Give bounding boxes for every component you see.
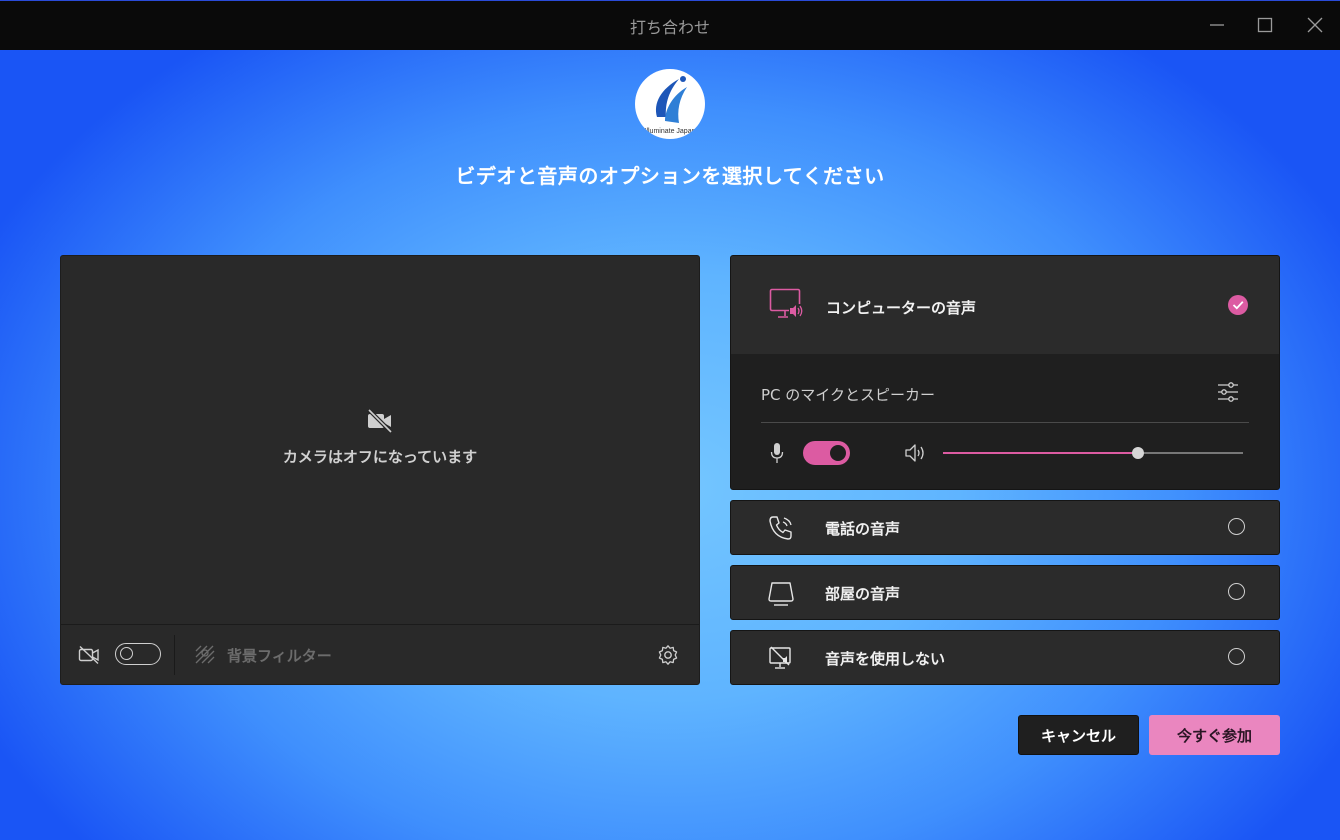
phone-audio-icon [767, 514, 795, 546]
computer-audio-label: コンピューターの音声 [826, 299, 977, 317]
camera-icon [78, 645, 100, 669]
device-label: PC のマイクとスピーカー [761, 386, 935, 404]
no-audio-radio[interactable] [1228, 648, 1245, 665]
speaker-volume-icon [904, 442, 928, 468]
title-bar: 打ち合わせ [0, 0, 1340, 50]
organization-logo: Illuminate Japan [635, 69, 705, 139]
toggle-knob [830, 445, 846, 461]
phone-audio-label: 電話の音声 [825, 520, 901, 538]
no-audio-label: 音声を使用しない [825, 650, 946, 668]
maximize-button[interactable] [1250, 11, 1280, 39]
window-title: 打ち合わせ [629, 18, 710, 37]
no-audio-icon [767, 644, 795, 676]
divider [761, 422, 1249, 423]
room-audio-option[interactable]: 部屋の音声 [730, 565, 1280, 620]
camera-toggle[interactable] [115, 643, 161, 665]
no-audio-option[interactable]: 音声を使用しない [730, 630, 1280, 685]
minimize-button[interactable] [1202, 11, 1232, 39]
toggle-knob [120, 647, 133, 660]
microphone-toggle[interactable] [803, 441, 850, 465]
close-icon [1307, 17, 1323, 33]
selected-check-icon [1228, 295, 1248, 315]
maximize-icon [1257, 17, 1273, 33]
computer-audio-option[interactable]: コンピューターの音声 [731, 256, 1279, 354]
background-filter-label[interactable]: 背景フィルター [227, 645, 332, 666]
room-audio-label: 部屋の音声 [825, 585, 901, 603]
volume-slider[interactable] [943, 447, 1243, 459]
join-now-button[interactable]: 今すぐ参加 [1149, 715, 1280, 755]
toolbar-divider [174, 635, 175, 675]
camera-off-icon [366, 408, 394, 438]
phone-audio-radio[interactable] [1228, 518, 1245, 535]
video-toolbar: 背景フィルター [61, 624, 699, 684]
settings-gear-icon[interactable] [657, 644, 679, 670]
room-audio-icon [767, 579, 795, 611]
computer-audio-icon [769, 288, 805, 326]
computer-audio-panel: コンピューターの音声 PC のマイクとスピーカー [730, 255, 1280, 490]
minimize-icon [1210, 24, 1224, 26]
camera-off-indicator: カメラはオフになっています [61, 408, 699, 467]
close-button[interactable] [1300, 11, 1330, 39]
slider-thumb[interactable] [1132, 447, 1144, 459]
microphone-icon [769, 442, 785, 468]
video-preview-panel: カメラはオフになっています 背景フィルター [60, 255, 700, 685]
slider-fill [943, 452, 1138, 454]
room-audio-radio[interactable] [1228, 583, 1245, 600]
device-settings-icon[interactable] [1217, 381, 1239, 407]
phone-audio-option[interactable]: 電話の音声 [730, 500, 1280, 555]
camera-off-label: カメラはオフになっています [282, 448, 478, 466]
cancel-button[interactable]: キャンセル [1018, 715, 1139, 755]
page-heading: ビデオと音声のオプションを選択してください [455, 164, 885, 188]
svg-text:Illuminate Japan: Illuminate Japan [645, 128, 696, 135]
background-filter-icon [194, 644, 216, 668]
